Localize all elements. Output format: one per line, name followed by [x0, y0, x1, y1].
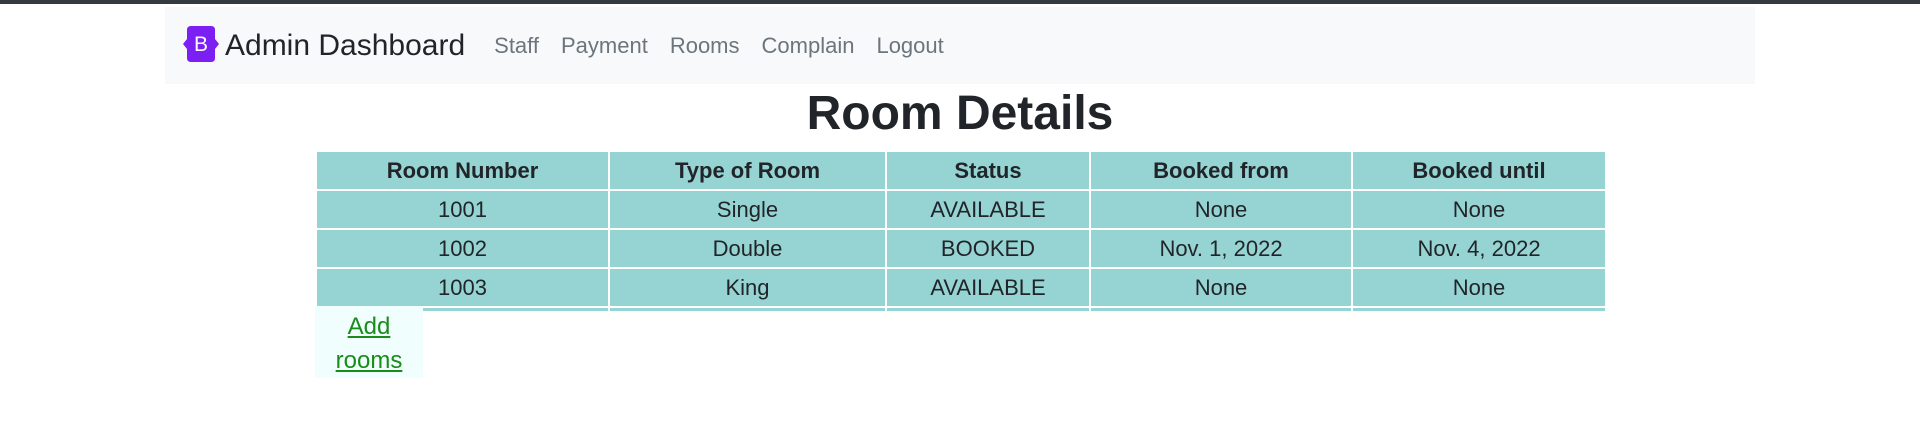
- cell-booked-from: None: [1089, 189, 1353, 230]
- cell-room-number: 1003: [315, 267, 610, 308]
- window-top-border: [0, 0, 1920, 4]
- cell-room-type: Double: [608, 228, 887, 269]
- add-rooms-link-line2: rooms: [335, 347, 403, 374]
- cell-booked-until: None: [1351, 267, 1607, 308]
- table-row: 1002 Double BOOKED Nov. 1, 2022 Nov. 4, …: [315, 228, 1607, 269]
- empty-cell: [885, 306, 1091, 313]
- empty-cell: [608, 306, 887, 313]
- table-row: 1003 King AVAILABLE None None: [315, 267, 1607, 308]
- cell-room-type: Single: [608, 189, 887, 230]
- add-rooms-link-line1: Add: [347, 313, 391, 340]
- cell-room-number: 1001: [315, 189, 610, 230]
- table-row: 1001 Single AVAILABLE None None: [315, 189, 1607, 230]
- cell-booked-from: None: [1089, 267, 1353, 308]
- add-rooms-link[interactable]: Add rooms: [336, 310, 403, 378]
- cell-booked-until: Nov. 4, 2022: [1351, 228, 1607, 269]
- empty-cell: [1089, 306, 1353, 313]
- header-booked-until: Booked until: [1351, 150, 1607, 191]
- table-header-row: Room Number Type of Room Status Booked f…: [315, 150, 1607, 191]
- empty-cell: [1351, 306, 1607, 313]
- nav-link-logout[interactable]: Logout: [876, 31, 943, 61]
- add-rooms-container: Add rooms: [315, 306, 423, 378]
- header-room-number: Room Number: [315, 150, 610, 191]
- cell-status: AVAILABLE: [885, 189, 1091, 230]
- nav-link-staff[interactable]: Staff: [494, 31, 539, 61]
- header-status: Status: [885, 150, 1091, 191]
- cell-status: AVAILABLE: [885, 267, 1091, 308]
- brand-link[interactable]: B Admin Dashboard: [181, 25, 466, 64]
- cell-room-type: King: [608, 267, 887, 308]
- cell-status: BOOKED: [885, 228, 1091, 269]
- room-details-table: Room Number Type of Room Status Booked f…: [315, 150, 1607, 313]
- nav-link-complain[interactable]: Complain: [762, 31, 855, 61]
- header-booked-from: Booked from: [1089, 150, 1353, 191]
- cell-booked-until: None: [1351, 189, 1607, 230]
- top-navbar: B Admin Dashboard Staff Payment Rooms Co…: [165, 7, 1755, 84]
- brand-initial: B: [194, 33, 208, 56]
- cell-room-number: 1002: [315, 228, 610, 269]
- page-title: Room Details: [806, 87, 1114, 140]
- nav-link-payment[interactable]: Payment: [561, 31, 648, 61]
- nav-link-rooms[interactable]: Rooms: [670, 31, 740, 61]
- table-empty-row: [315, 306, 1607, 313]
- bootstrap-logo-icon: B: [183, 25, 219, 62]
- brand-title: Admin Dashboard: [225, 28, 466, 62]
- header-type-of-room: Type of Room: [608, 150, 887, 191]
- cell-booked-from: Nov. 1, 2022: [1089, 228, 1353, 269]
